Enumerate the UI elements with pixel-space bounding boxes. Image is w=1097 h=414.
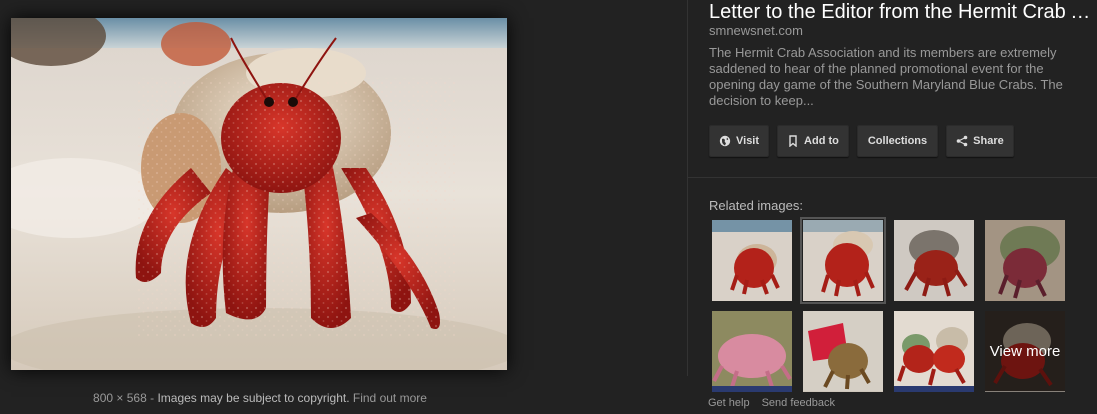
share-label: Share: [973, 135, 1004, 147]
bookmark-icon: [787, 135, 799, 147]
share-icon: [956, 135, 968, 147]
image-footer: 800 × 568 - Images may be subject to cop…: [0, 391, 520, 405]
main-image[interactable]: [11, 18, 507, 370]
share-button[interactable]: Share: [946, 125, 1014, 157]
panel-divider: [687, 0, 688, 376]
related-thumbnail[interactable]: [894, 220, 974, 301]
related-thumbnail[interactable]: [803, 311, 883, 392]
related-images-grid: View more: [712, 217, 1065, 392]
result-title-link[interactable]: Letter to the Editor from the Hermit Cra…: [709, 0, 1094, 24]
section-divider: [688, 177, 1097, 178]
visit-button[interactable]: Visit: [709, 125, 770, 157]
globe-icon: [719, 135, 731, 147]
related-thumbnail[interactable]: [712, 311, 792, 392]
view-more-label: View more: [985, 311, 1065, 392]
related-images-heading: Related images:: [709, 198, 803, 213]
result-description: The Hermit Crab Association and its memb…: [709, 45, 1063, 108]
hermit-crab-photo: [11, 18, 507, 370]
related-thumbnail-selected[interactable]: [800, 217, 886, 304]
related-thumbnail[interactable]: [894, 311, 974, 392]
get-help-link[interactable]: Get help: [708, 397, 750, 409]
action-buttons: Visit Add to Collections Share: [709, 125, 1022, 157]
source-domain-link[interactable]: smnewsnet.com: [709, 23, 803, 38]
thumbnail-caption-bar: [712, 386, 792, 392]
related-thumbnail[interactable]: [985, 220, 1065, 301]
view-more-thumbnail[interactable]: View more: [985, 311, 1065, 392]
add-to-label: Add to: [804, 135, 839, 147]
image-dimensions: 800 × 568: [93, 391, 147, 405]
copyright-notice: Images may be subject to copyright.: [157, 391, 350, 405]
footer-links: Get help Send feedback: [708, 397, 835, 409]
related-thumbnail[interactable]: [712, 220, 792, 301]
separator: -: [150, 391, 155, 405]
collections-button[interactable]: Collections: [856, 125, 939, 157]
find-out-more-link[interactable]: Find out more: [353, 391, 427, 405]
send-feedback-link[interactable]: Send feedback: [762, 397, 835, 409]
collections-label: Collections: [867, 135, 928, 147]
add-to-button[interactable]: Add to: [777, 125, 849, 157]
thumbnail-caption-bar: [894, 386, 974, 392]
visit-label: Visit: [736, 135, 760, 147]
